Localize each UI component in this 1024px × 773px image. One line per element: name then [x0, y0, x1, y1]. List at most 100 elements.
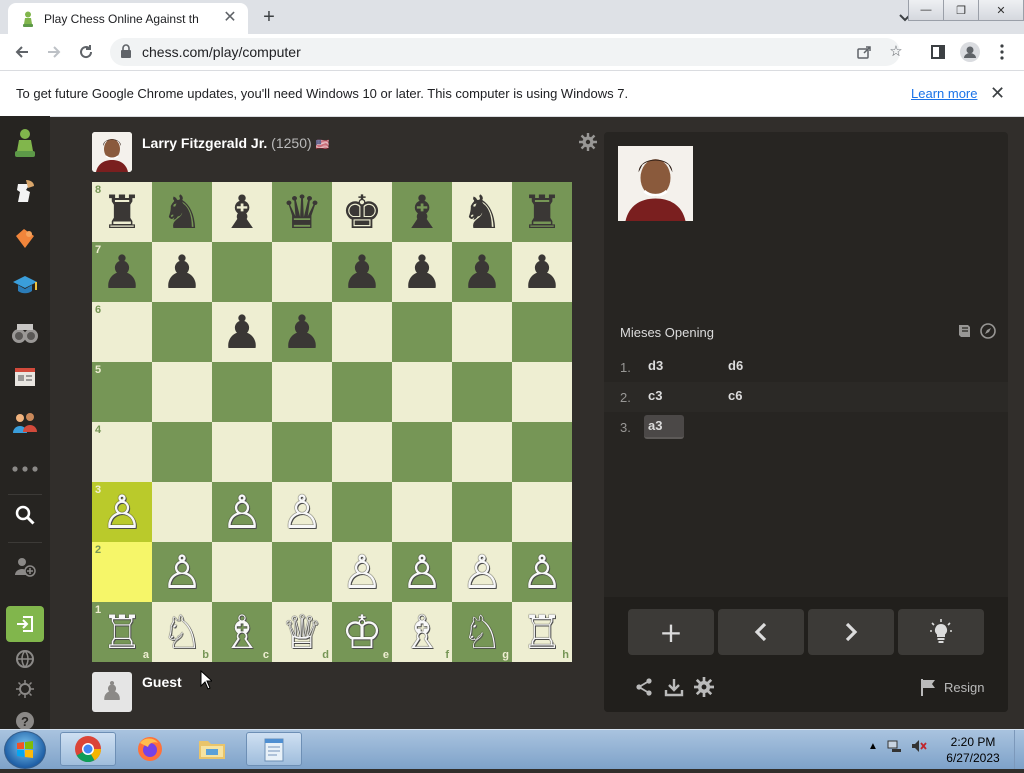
board-settings-gear-icon[interactable] [579, 133, 597, 151]
explorer-compass-icon[interactable] [980, 323, 996, 339]
white-piece[interactable]: ♖ [101, 602, 142, 662]
black-piece[interactable]: ♟ [161, 242, 202, 302]
square-g2[interactable]: ♙ [452, 542, 512, 602]
opponent-name[interactable]: Larry Fitzgerald Jr. (1250) 🇺🇸 [142, 135, 329, 151]
square-c1[interactable]: c ♗ [212, 602, 272, 662]
square-e3[interactable] [332, 482, 392, 542]
square-f5[interactable] [392, 362, 452, 422]
show-desktop-button[interactable] [1014, 730, 1024, 769]
square-b6[interactable] [152, 302, 212, 362]
square-d4[interactable] [272, 422, 332, 482]
white-piece[interactable]: ♗ [221, 602, 262, 662]
white-piece[interactable]: ♙ [461, 542, 502, 602]
address-bar[interactable]: chess.com/play/computer ☆ [110, 38, 903, 66]
black-piece[interactable]: ♟ [101, 242, 142, 302]
network-icon[interactable] [887, 739, 903, 753]
square-c4[interactable] [212, 422, 272, 482]
white-piece[interactable]: ♘ [461, 602, 502, 662]
previous-move-button[interactable] [718, 609, 804, 655]
profile-avatar-icon[interactable] [960, 42, 980, 62]
square-h1[interactable]: h ♖ [512, 602, 572, 662]
square-g3[interactable] [452, 482, 512, 542]
square-f6[interactable] [392, 302, 452, 362]
volume-muted-icon[interactable] [911, 739, 927, 753]
black-piece[interactable]: ♝ [221, 182, 262, 242]
square-d3[interactable]: ♙ [272, 482, 332, 542]
taskbar-firefox[interactable] [122, 732, 178, 766]
square-d2[interactable] [272, 542, 332, 602]
square-e7[interactable]: ♟ [332, 242, 392, 302]
square-c8[interactable]: ♝ [212, 182, 272, 242]
start-button[interactable] [4, 731, 46, 769]
white-piece[interactable]: ♙ [401, 542, 442, 602]
square-f4[interactable] [392, 422, 452, 482]
white-piece[interactable]: ♙ [161, 542, 202, 602]
more-dots-icon[interactable] [10, 454, 40, 484]
settings-gear-icon[interactable] [694, 677, 714, 697]
language-globe-icon[interactable] [10, 644, 40, 674]
square-a8[interactable]: 8 ♜ [92, 182, 152, 242]
share-icon[interactable] [634, 677, 654, 697]
taskbar-explorer[interactable] [184, 732, 240, 766]
player-name[interactable]: Guest [142, 674, 182, 690]
square-c3[interactable]: ♙ [212, 482, 272, 542]
white-piece[interactable]: ♙ [221, 482, 262, 542]
black-piece[interactable]: ♟ [521, 242, 562, 302]
square-g6[interactable] [452, 302, 512, 362]
white-piece[interactable]: ♙ [521, 542, 562, 602]
square-e5[interactable] [332, 362, 392, 422]
square-a2[interactable]: 2 [92, 542, 152, 602]
share-icon[interactable] [856, 44, 872, 60]
square-b4[interactable] [152, 422, 212, 482]
square-f1[interactable]: f ♗ [392, 602, 452, 662]
new-game-button[interactable]: + [628, 609, 714, 655]
back-icon[interactable] [12, 42, 32, 62]
login-button[interactable] [6, 606, 44, 642]
white-piece[interactable]: ♙ [281, 482, 322, 542]
square-c5[interactable] [212, 362, 272, 422]
black-piece[interactable]: ♟ [401, 242, 442, 302]
search-icon[interactable] [10, 500, 40, 530]
add-friend-icon[interactable] [10, 552, 40, 582]
chess-board[interactable]: 8 ♜ ♞ ♝ ♛ ♚ ♝ ♞ ♜ 7 ♟ ♟ ♟ ♟ ♟ ♟ 6 ♟ ♟ 5 4 3 ♙ ♙ ♙ 2 ♙ ♙ ♙ ♙ ♙ 1 a ♖ b ♘ c ♗ d ♕… [92, 182, 572, 662]
square-b8[interactable]: ♞ [152, 182, 212, 242]
square-e6[interactable] [332, 302, 392, 362]
square-g5[interactable] [452, 362, 512, 422]
square-c7[interactable] [212, 242, 272, 302]
black-piece[interactable]: ♟ [341, 242, 382, 302]
square-d7[interactable] [272, 242, 332, 302]
black-piece[interactable]: ♟ [461, 242, 502, 302]
black-piece[interactable]: ♜ [521, 182, 562, 242]
minimize-button[interactable]: — [908, 0, 944, 21]
news-icon[interactable] [10, 362, 40, 392]
square-a3[interactable]: 3 ♙ [92, 482, 152, 542]
taskbar-chrome[interactable] [60, 732, 116, 766]
download-icon[interactable] [664, 677, 684, 697]
lock-icon[interactable] [120, 44, 134, 60]
square-d1[interactable]: d ♕ [272, 602, 332, 662]
play-icon[interactable] [10, 176, 40, 206]
infobar-close-icon[interactable]: ✕ [990, 83, 1005, 104]
hint-button[interactable] [898, 609, 984, 655]
reload-icon[interactable] [76, 42, 96, 62]
learn-icon[interactable] [10, 270, 40, 300]
square-f8[interactable]: ♝ [392, 182, 452, 242]
black-piece[interactable]: ♛ [281, 182, 322, 242]
square-a4[interactable]: 4 [92, 422, 152, 482]
square-d8[interactable]: ♛ [272, 182, 332, 242]
close-window-button[interactable]: ✕ [978, 0, 1024, 21]
square-h5[interactable] [512, 362, 572, 422]
black-move[interactable]: c6 [724, 385, 746, 407]
new-tab-button[interactable]: + [258, 7, 280, 29]
tab-close-icon[interactable]: ✕ [222, 10, 238, 26]
square-h6[interactable] [512, 302, 572, 362]
square-a5[interactable]: 5 [92, 362, 152, 422]
taskbar-clock[interactable]: 2:20 PM 6/27/2023 [938, 734, 1008, 766]
square-g1[interactable]: g ♘ [452, 602, 512, 662]
square-g4[interactable] [452, 422, 512, 482]
square-e2[interactable]: ♙ [332, 542, 392, 602]
square-c2[interactable] [212, 542, 272, 602]
watch-icon[interactable] [10, 318, 40, 348]
square-d6[interactable]: ♟ [272, 302, 332, 362]
square-g8[interactable]: ♞ [452, 182, 512, 242]
